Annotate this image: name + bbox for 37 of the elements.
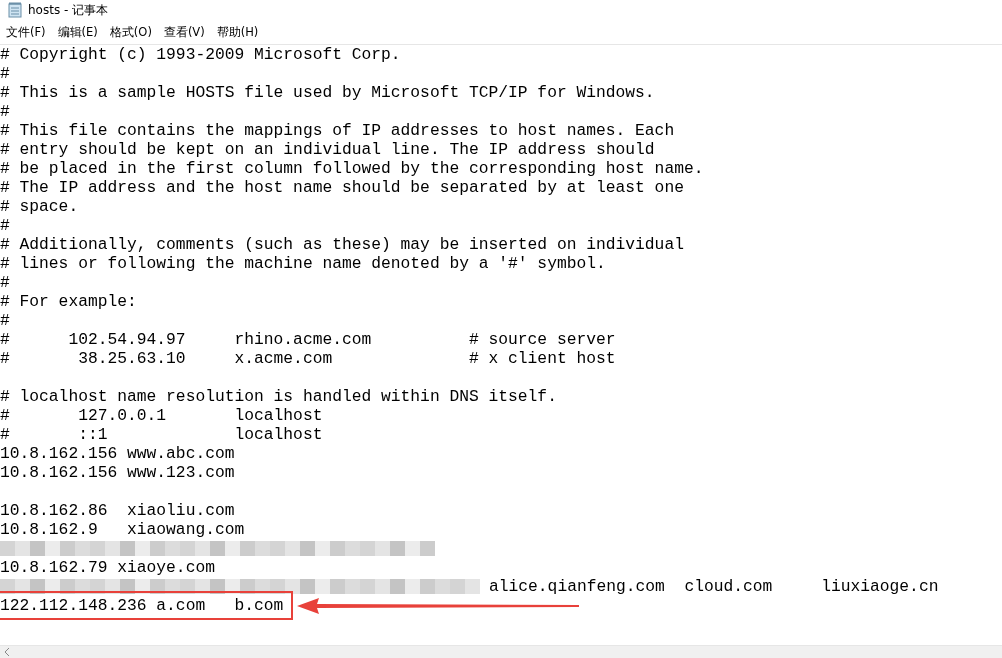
text-line: # 127.0.0.1 localhost [0, 406, 323, 425]
highlighted-line: 122.112.148.236 a.com b.com [0, 591, 294, 620]
text-line: 10.8.162.86 xiaoliu.com [0, 501, 235, 520]
text-line: 10.8.162.156 www.123.com [0, 463, 235, 482]
menu-item[interactable]: 格式(O) [103, 24, 158, 40]
text-line: alice.qianfeng.com cloud.com liuxiaoge.cn [489, 577, 939, 596]
text-line: # ::1 localhost [0, 425, 323, 444]
window-title: hosts - 记事本 [28, 1, 109, 19]
text-line: # [0, 273, 10, 292]
text-line: # space. [0, 197, 79, 216]
text-line: # entry should be kept on an individual line. The IP address should [0, 140, 655, 159]
menu-item[interactable]: 帮助(H) [210, 24, 265, 40]
notepad-icon [8, 2, 22, 18]
text-line: # [0, 64, 10, 83]
text-line: # Copyright (c) 1993-2009 Microsoft Corp. [0, 45, 401, 64]
menu-item[interactable]: 文件(F) [0, 24, 52, 40]
menu-item[interactable]: 编辑(E) [51, 24, 104, 40]
text-line: # 38.25.63.10 x.acme.com # x client host [0, 349, 616, 368]
text-line: # For example: [0, 292, 137, 311]
text-line: # Additionally, comments (such as these) may be inserted on individual [0, 235, 684, 254]
text-line: # This file contains the mappings of IP addresses to host names. Each [0, 121, 675, 140]
text-line: # [0, 216, 10, 235]
text-line: 10.8.162.79 xiaoye.com [0, 558, 215, 577]
arrow-icon [297, 597, 580, 614]
text-line: # [0, 311, 10, 330]
text-line: # [0, 102, 10, 121]
horizontal-scrollbar[interactable] [0, 645, 1002, 658]
text-line: # localhost name resolution is handled within DNS itself. [0, 387, 557, 406]
text-line: # 102.54.94.97 rhino.acme.com # source server [0, 330, 616, 349]
text-line: 10.8.162.156 www.abc.com [0, 444, 235, 463]
text-line: # be placed in the first column followed by the corresponding host name. [0, 159, 704, 178]
text-line: # This is a sample HOSTS file used by Microsoft TCP/IP for Windows. [0, 83, 655, 102]
text-line: # lines or following the machine name denoted by a '#' symbol. [0, 254, 606, 273]
scroll-left-icon[interactable] [4, 648, 10, 656]
text-line: # The IP address and the host name should be separated by at least one [0, 178, 684, 197]
text-line: 10.8.162.9 xiaowang.com [0, 520, 245, 539]
menu-item[interactable]: 查看(V) [157, 24, 211, 40]
